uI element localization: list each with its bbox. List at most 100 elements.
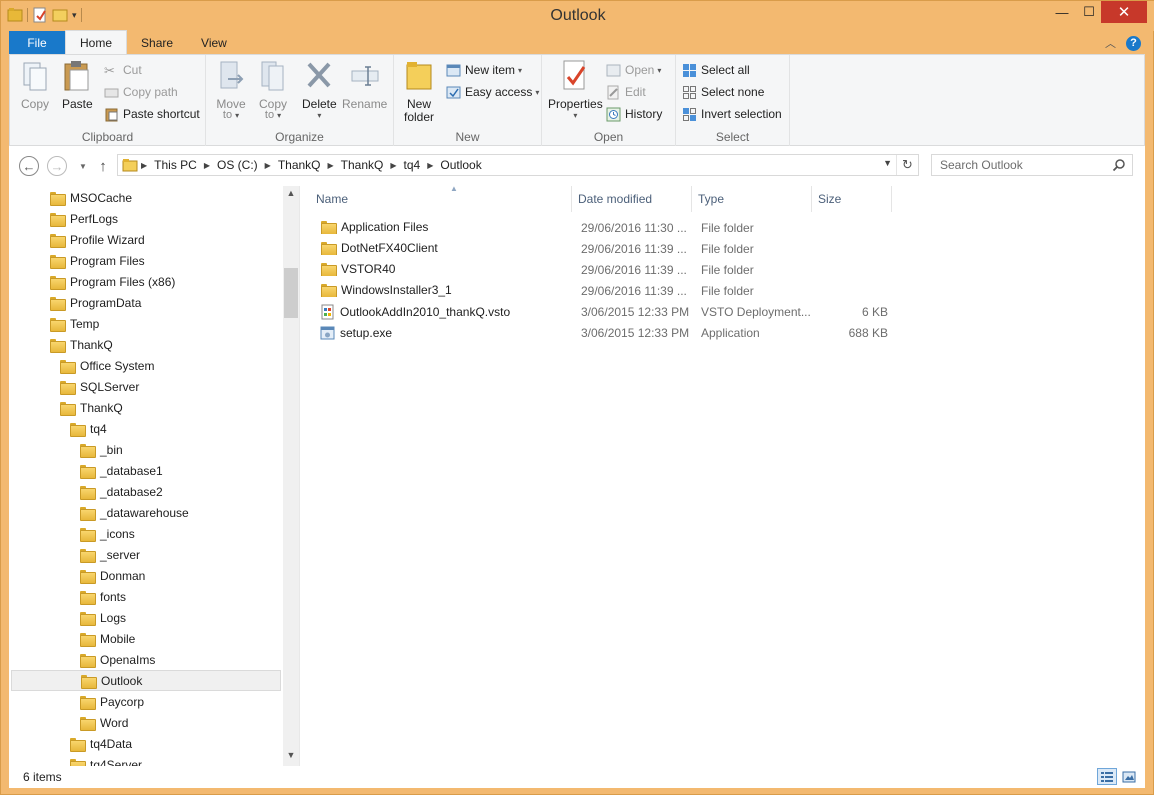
tree-item[interactable]: OpenaIms	[11, 649, 281, 670]
edit-button[interactable]: Edit	[606, 82, 646, 102]
open-group-label: Open	[593, 130, 624, 144]
copy-to-button[interactable]: Copy to ▾	[258, 59, 288, 121]
search-icon[interactable]	[1112, 158, 1126, 172]
tree-item[interactable]: tq4Data	[11, 733, 281, 754]
collapse-ribbon-icon[interactable]: ︿	[1105, 35, 1116, 51]
breadcrumb-separator-icon[interactable]: ▶	[424, 161, 436, 170]
breadcrumb-separator-icon[interactable]: ▶	[201, 161, 213, 170]
tree-item[interactable]: PerfLogs	[11, 208, 281, 229]
tree-item[interactable]: ThankQ	[11, 334, 281, 355]
column-header-type[interactable]: Type	[692, 186, 812, 212]
tree-item[interactable]: _icons	[11, 523, 281, 544]
history-button[interactable]: History	[606, 104, 662, 124]
paste-shortcut-button[interactable]: Paste shortcut	[104, 104, 200, 124]
tree-item[interactable]: ThankQ	[11, 397, 281, 418]
forward-button[interactable]: →	[47, 156, 67, 176]
properties-button[interactable]: Properties ▾	[548, 59, 603, 120]
breadcrumb-separator-icon[interactable]: ▶	[325, 161, 337, 170]
file-row[interactable]: DotNetFX40Client 29/06/2016 11:39 ... File…	[310, 239, 900, 260]
new-item-button[interactable]: New item ▾	[446, 60, 522, 80]
paste-button[interactable]: Paste	[62, 59, 93, 111]
copy-path-button[interactable]: Copy path	[104, 82, 178, 102]
maximize-button[interactable]: ☐	[1077, 1, 1101, 23]
file-row[interactable]: WindowsInstaller3_1 29/06/2016 11:39 ... F…	[310, 281, 900, 302]
scroll-down-arrow-icon[interactable]: ▼	[283, 750, 299, 764]
tree-item[interactable]: ProgramData	[11, 292, 281, 313]
breadcrumb-separator-icon[interactable]: ▶	[262, 161, 274, 170]
address-history-chevron-down-icon[interactable]: ▼	[883, 158, 892, 168]
breadcrumb-outlook[interactable]: Outlook	[436, 158, 485, 172]
column-header-name[interactable]: Name ▲	[310, 184, 572, 212]
tree-item[interactable]: Donman	[11, 565, 281, 586]
file-row[interactable]: Application Files 29/06/2016 11:30 ... Fil…	[310, 218, 900, 239]
help-icon[interactable]: ?	[1126, 35, 1141, 51]
tree-item[interactable]: Program Files (x86)	[11, 271, 281, 292]
tree-item[interactable]: tq4	[11, 418, 281, 439]
tree-item[interactable]: Logs	[11, 607, 281, 628]
tree-item[interactable]: fonts	[11, 586, 281, 607]
breadcrumb-separator-icon[interactable]: ▶	[387, 161, 399, 170]
tree-item[interactable]: _bin	[11, 439, 281, 460]
tree-item[interactable]: Word	[11, 712, 281, 733]
tree-item[interactable]: Profile Wizard	[11, 229, 281, 250]
tab-file[interactable]: File	[9, 31, 65, 55]
breadcrumb-tq4[interactable]: tq4	[400, 158, 425, 172]
breadcrumb-thankq[interactable]: ThankQ	[274, 158, 325, 172]
tree-scrollbar[interactable]: ▲ ▼	[283, 186, 299, 766]
refresh-icon[interactable]: ↻	[896, 155, 918, 175]
tree-item[interactable]: Program Files	[11, 250, 281, 271]
breadcrumb-os-c[interactable]: OS (C:)	[213, 158, 262, 172]
copy-button[interactable]: Copy	[20, 59, 50, 111]
move-to-button[interactable]: Move to ▾	[216, 59, 246, 121]
file-row[interactable]: OutlookAddIn2010_thankQ.vsto 3/06/2015 12…	[310, 302, 900, 323]
tree-item[interactable]: _database1	[11, 460, 281, 481]
new-folder-button[interactable]: New folder	[404, 59, 434, 124]
cut-button[interactable]: ✂ Cut	[104, 60, 142, 80]
minimize-button[interactable]: —	[1047, 1, 1077, 23]
tree-item[interactable]: Outlook	[11, 670, 281, 691]
column-header-size[interactable]: Size	[812, 186, 892, 212]
tab-home[interactable]: Home	[65, 30, 128, 55]
tree-item-label: ThankQ	[70, 337, 113, 352]
folder-icon	[79, 632, 96, 647]
address-bar[interactable]: ▶ This PC ▶ OS (C:) ▶ ThankQ ▶ ThankQ ▶ …	[117, 154, 919, 176]
invert-selection-button[interactable]: Invert selection	[682, 104, 782, 124]
scroll-up-arrow-icon[interactable]: ▲	[283, 188, 299, 202]
tree-item[interactable]: _server	[11, 544, 281, 565]
select-none-button[interactable]: Select none	[682, 82, 764, 102]
tree-item[interactable]: Office System	[11, 355, 281, 376]
tree-item[interactable]: Temp	[11, 313, 281, 334]
folder-icon	[59, 359, 76, 374]
column-header-date-modified[interactable]: Date modified	[572, 186, 692, 212]
search-input[interactable]: Search Outlook	[932, 158, 1023, 172]
tree-item[interactable]: SQLServer	[11, 376, 281, 397]
file-row[interactable]: setup.exe 3/06/2015 12:33 PM Application 68…	[310, 323, 900, 344]
delete-button[interactable]: Delete ▾	[302, 59, 337, 120]
tree-item[interactable]: _datawarehouse	[11, 502, 281, 523]
back-button[interactable]: ←	[19, 156, 39, 176]
recent-locations-chevron-down-icon[interactable]: ▼	[73, 156, 93, 176]
breadcrumb-thankq-2[interactable]: ThankQ	[337, 158, 388, 172]
file-row[interactable]: VSTOR40 29/06/2016 11:39 ... File folder	[310, 260, 900, 281]
breadcrumb-separator-icon[interactable]: ▶	[138, 161, 150, 170]
tree-item[interactable]: tq4Server	[11, 754, 281, 766]
select-none-icon	[683, 85, 696, 99]
select-all-button[interactable]: Select all	[682, 60, 750, 80]
details-view-button[interactable]	[1097, 768, 1117, 785]
easy-access-button[interactable]: Easy access ▾	[446, 82, 539, 102]
tree-item[interactable]: _database2	[11, 481, 281, 502]
tree-item[interactable]: MSOCache	[11, 187, 281, 208]
rename-button[interactable]: Rename	[342, 59, 387, 111]
tree-item[interactable]: Paycorp	[11, 691, 281, 712]
scrollbar-thumb[interactable]	[284, 268, 298, 318]
search-box[interactable]: Search Outlook	[931, 154, 1133, 176]
tab-view[interactable]: View	[187, 31, 241, 55]
breadcrumb-this-pc[interactable]: This PC	[150, 158, 201, 172]
up-arrow-button[interactable]: ↑	[93, 156, 113, 176]
large-icons-view-button[interactable]	[1119, 768, 1139, 785]
open-button[interactable]: Open ▾	[606, 60, 661, 80]
close-button[interactable]: ✕	[1101, 1, 1147, 23]
file-type: Application	[701, 326, 760, 340]
tab-share[interactable]: Share	[127, 31, 187, 55]
tree-item[interactable]: Mobile	[11, 628, 281, 649]
